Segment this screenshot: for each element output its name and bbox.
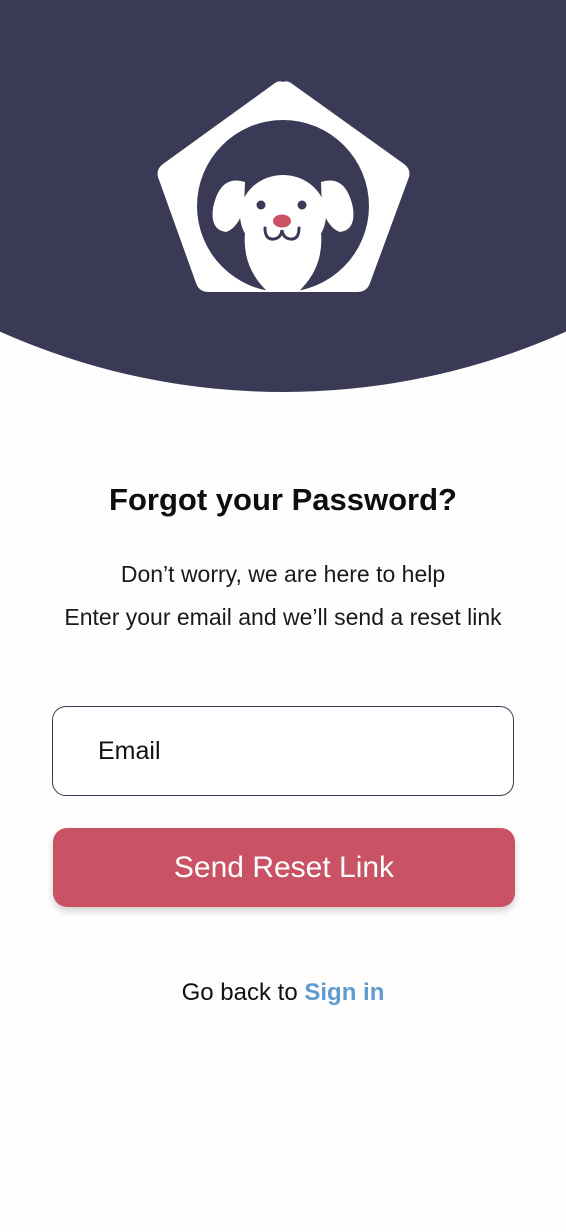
page-title: Forgot your Password? xyxy=(109,482,457,517)
dog-house-icon xyxy=(157,81,410,292)
back-to-sign-in: Go back to Sign in xyxy=(0,976,566,1010)
sign-in-link[interactable]: Sign in xyxy=(304,979,384,1006)
subtitle-reassurance: Don’t worry, we are here to help xyxy=(120,561,446,587)
subtitle-instructions: Enter your email and we’ll send a reset … xyxy=(64,604,502,630)
send-reset-link-button[interactable]: Send Reset Link xyxy=(53,828,515,907)
email-input[interactable] xyxy=(53,707,513,795)
email-field[interactable] xyxy=(52,706,514,796)
back-prefix-text: Go back to xyxy=(181,979,298,1006)
